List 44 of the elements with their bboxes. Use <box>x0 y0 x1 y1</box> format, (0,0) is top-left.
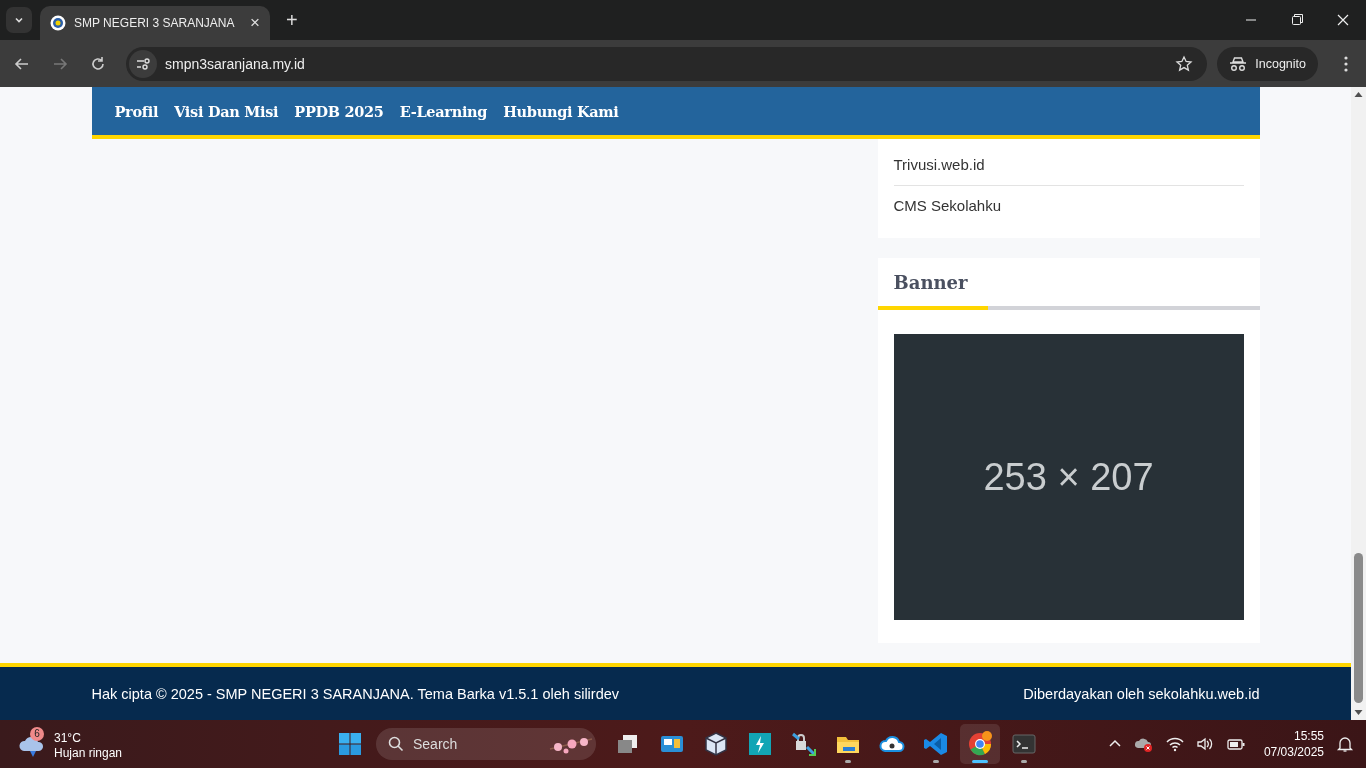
widget-title: Banner <box>893 271 968 293</box>
tab-search-button[interactable] <box>6 7 32 33</box>
lock-transfer-icon <box>791 731 817 757</box>
search-icon <box>388 736 404 752</box>
nav-link[interactable]: Hubungi Kami <box>503 102 619 120</box>
address-bar[interactable]: smpn3saranjana.my.id <box>126 46 1208 81</box>
school-logo-icon <box>50 15 66 31</box>
terminal-icon <box>1011 731 1037 757</box>
weather-text: Hujan ringan <box>54 746 123 761</box>
tab-close-button[interactable]: × <box>250 13 260 33</box>
clock[interactable]: 15:55 07/03/2025 <box>1263 728 1324 760</box>
scroll-thumb[interactable] <box>1354 553 1363 703</box>
incognito-icon <box>1229 55 1248 72</box>
windows-start-icon[interactable] <box>338 732 362 756</box>
notification-bell-icon[interactable] <box>1336 735 1354 753</box>
new-tab-button[interactable]: + <box>286 8 298 32</box>
banner-placeholder-image: 253 × 207 <box>893 334 1244 620</box>
powered-by-text: Diberdayakan oleh sekolahku.web.id <box>1023 685 1260 702</box>
scrollbar[interactable] <box>1351 87 1366 720</box>
nav-link[interactable]: E-Learning <box>399 102 488 120</box>
site-settings-icon[interactable] <box>129 49 157 78</box>
cube-icon <box>703 731 729 757</box>
temperature-text: 31°C <box>54 731 82 746</box>
sidebar-link[interactable]: Trivusi.web.id <box>893 151 1244 179</box>
weather-widget[interactable]: 6 31°C Hujan ringan <box>18 722 123 766</box>
sidebar-link[interactable]: CMS Sekolahku <box>893 192 1244 220</box>
volume-icon[interactable] <box>1195 736 1214 752</box>
browser-tab[interactable]: SMP NEGERI 3 SARANJANA × <box>40 6 270 40</box>
battery-icon[interactable] <box>1225 736 1246 752</box>
code-editor-icon <box>923 731 949 757</box>
taskbar-search[interactable]: Search <box>376 728 596 760</box>
nav-link[interactable]: Visi Dan Misi <box>174 102 279 120</box>
wifi-icon[interactable] <box>1165 736 1184 752</box>
nav-link[interactable]: Profil <box>114 102 159 120</box>
url-text: smpn3saranjana.my.id <box>165 55 305 72</box>
browser-icon <box>967 731 993 757</box>
copyright-text: Hak cipta © 2025 - SMP NEGERI 3 SARANJANA. Tema Barka v1.5.1 oleh silirdev <box>91 685 620 702</box>
bookmark-star-icon[interactable] <box>1175 54 1194 73</box>
taskbar-app[interactable] <box>960 724 1000 764</box>
tab-title: SMP NEGERI 3 SARANJANA <box>74 16 236 30</box>
lightning-app-icon <box>747 731 773 757</box>
notification-badge: 6 <box>30 727 44 741</box>
nav-link[interactable]: PPDB 2025 <box>294 102 384 120</box>
incognito-button[interactable]: Incognito <box>1217 46 1318 81</box>
